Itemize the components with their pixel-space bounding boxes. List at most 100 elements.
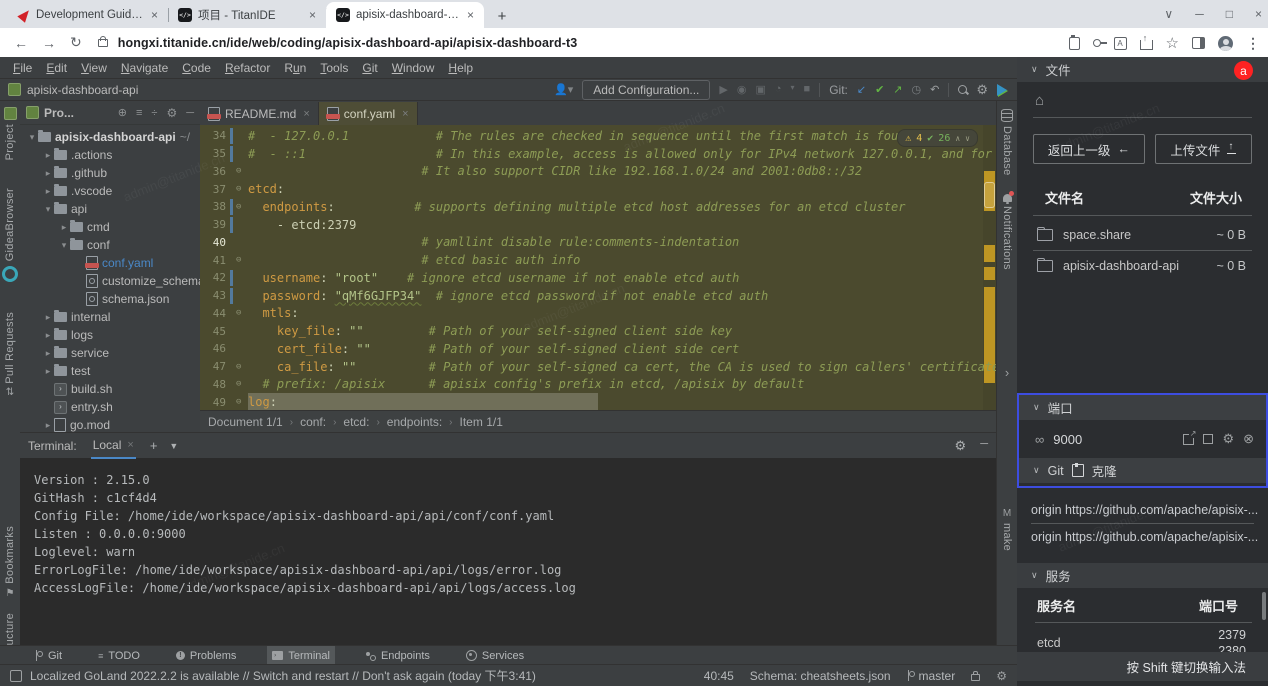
tree-arrow-icon[interactable]: ▸: [58, 222, 70, 233]
line-number[interactable]: 49: [200, 396, 226, 409]
tool-button-gideabrowser[interactable]: GideaBrowser: [0, 188, 20, 281]
fold-icon[interactable]: ⊖: [236, 397, 241, 407]
line-number[interactable]: 43: [200, 289, 226, 302]
code-line[interactable]: 45 key_file: "" # Path of your self-sign…: [200, 322, 996, 340]
tool-button-database[interactable]: Database: [997, 109, 1017, 176]
file-row[interactable]: space.share~ 0 B: [1017, 222, 1268, 248]
tree-item-go.mod[interactable]: ▸go.mod: [20, 416, 200, 433]
menu-edit[interactable]: Edit: [39, 61, 74, 75]
services-section-header[interactable]: ∨ 服务: [1017, 563, 1268, 588]
update-project-icon[interactable]: ↙: [857, 83, 866, 96]
project-panel-tab[interactable]: Pro...: [26, 106, 74, 120]
hide-panel-icon[interactable]: ─: [186, 107, 194, 119]
debug-icon[interactable]: ◉: [737, 83, 747, 96]
tree-arrow-icon[interactable]: ▸: [42, 168, 54, 179]
line-number[interactable]: 36: [200, 165, 226, 178]
tool-button-pull-requests[interactable]: Pull Requests⇅: [0, 312, 20, 399]
tool-button-project[interactable]: Project: [0, 107, 20, 160]
tree-arrow-icon[interactable]: ▸: [42, 330, 54, 341]
lock-icon[interactable]: [971, 674, 980, 681]
expand-all-icon[interactable]: ≡: [136, 107, 142, 119]
history-icon[interactable]: ◷: [912, 83, 922, 96]
maximize-icon[interactable]: □: [1226, 7, 1233, 21]
tree-item-api[interactable]: ▾api: [20, 200, 200, 218]
close-icon[interactable]: ×: [465, 8, 476, 22]
key-icon[interactable]: [1093, 39, 1101, 47]
tree-item-.github[interactable]: ▸.github: [20, 164, 200, 182]
panel-settings-icon[interactable]: ⚙: [166, 106, 177, 120]
code-line[interactable]: 49⊖log:: [200, 393, 996, 411]
git-clone-section-header[interactable]: ∨ Git 克隆: [1019, 458, 1266, 483]
avatar-badge[interactable]: a: [1234, 61, 1253, 80]
tree-item-cmd[interactable]: ▸cmd: [20, 218, 200, 236]
tree-item-apisix-dashboard-api[interactable]: ▾apisix-dashboard-api~/: [20, 128, 200, 146]
line-number[interactable]: 45: [200, 325, 226, 338]
code-line[interactable]: 39 - etcd:2379: [200, 216, 996, 234]
menu-icon[interactable]: ⋮: [1246, 35, 1260, 52]
close-icon[interactable]: ×: [303, 108, 309, 120]
tree-arrow-icon[interactable]: ▸: [42, 150, 54, 161]
stop-icon[interactable]: ■: [804, 83, 811, 96]
new-tab-button[interactable]: +: [490, 4, 514, 28]
tree-item-conf[interactable]: ▾conf: [20, 236, 200, 254]
files-section-header[interactable]: ∨ 文件: [1017, 57, 1268, 82]
line-number[interactable]: 37: [200, 183, 226, 196]
code-line[interactable]: 35# - ::1 # In this example, access is a…: [200, 145, 996, 163]
breadcrumb-item[interactable]: Document 1/1: [208, 415, 283, 429]
duplicate-icon[interactable]: [1203, 434, 1213, 444]
close-icon[interactable]: ×: [1255, 7, 1262, 21]
code-line[interactable]: 38⊖ endpoints: # supports defining multi…: [200, 198, 996, 216]
tool-window-endpoints[interactable]: Endpoints: [361, 646, 435, 665]
menu-file[interactable]: File: [6, 61, 39, 75]
reload-icon[interactable]: ↻: [70, 34, 82, 51]
terminal-output[interactable]: Version : 2.15.0GitHash : c1cf4d4Config …: [20, 459, 996, 597]
menu-help[interactable]: Help: [441, 61, 480, 75]
close-icon[interactable]: ×: [127, 439, 133, 451]
inspections-widget[interactable]: ⚠4 ✔26 ∧ ∨: [897, 129, 978, 147]
run-icon[interactable]: ▶: [719, 83, 727, 96]
code-line[interactable]: 40 # yamllint disable rule:comments-inde…: [200, 234, 996, 252]
browser-tab[interactable]: </>apisix-dashboard-api - TitanID×: [326, 2, 484, 28]
fold-icon[interactable]: ⊖: [236, 202, 241, 212]
chevron-down-icon[interactable]: ∨: [1164, 7, 1173, 21]
browser-tab[interactable]: Development Guide | Apache×: [10, 2, 168, 28]
code-line[interactable]: 44⊖ mtls:: [200, 305, 996, 323]
tree-arrow-icon[interactable]: ▾: [26, 132, 38, 143]
back-icon[interactable]: ←: [14, 35, 28, 51]
git-remote-row[interactable]: origin https://github.com/apache/apisix-…: [1017, 497, 1268, 523]
ports-section-header[interactable]: ∨ 端口: [1019, 395, 1266, 420]
menu-code[interactable]: Code: [175, 61, 218, 75]
next-issue-icon[interactable]: ∨: [965, 134, 970, 143]
install-icon[interactable]: [1069, 37, 1080, 50]
translate-icon[interactable]: A: [1114, 37, 1127, 50]
terminal-settings-icon[interactable]: ⚙: [955, 438, 967, 454]
share-icon[interactable]: [1140, 40, 1153, 50]
line-number[interactable]: 42: [200, 271, 226, 284]
git-remote-row[interactable]: origin https://github.com/apache/apisix-…: [1017, 524, 1268, 550]
line-number[interactable]: 38: [200, 200, 226, 213]
push-icon[interactable]: ↗: [893, 83, 902, 96]
code-line[interactable]: 46 cert_file: "" # Path of your self-sig…: [200, 340, 996, 358]
tree-item-test[interactable]: ▸test: [20, 362, 200, 380]
fold-icon[interactable]: ⊖: [236, 184, 241, 194]
terminal-dropdown-icon[interactable]: ▼: [169, 441, 178, 451]
menu-run[interactable]: Run: [277, 61, 313, 75]
forward-icon[interactable]: →: [42, 35, 56, 51]
breadcrumb-item[interactable]: Item 1/1: [460, 415, 503, 429]
tree-arrow-icon[interactable]: ▸: [42, 420, 54, 431]
tool-window-problems[interactable]: !Problems: [171, 646, 241, 665]
tree-item-.vscode[interactable]: ▸.vscode: [20, 182, 200, 200]
project-selector[interactable]: apisix-dashboard-api: [27, 83, 138, 97]
tree-item-schema.json[interactable]: schema.json: [20, 290, 200, 308]
breadcrumb-item[interactable]: endpoints:: [387, 415, 442, 429]
line-number[interactable]: 39: [200, 218, 226, 231]
collapse-all-icon[interactable]: ÷: [151, 107, 157, 119]
settings-sync-icon[interactable]: ⚙: [996, 669, 1007, 683]
line-number[interactable]: 40: [200, 236, 226, 249]
status-message[interactable]: Localized GoLand 2022.2.2 is available /…: [30, 667, 536, 684]
fold-icon[interactable]: ⊖: [236, 166, 241, 176]
code-area[interactable]: ⚠4 ✔26 ∧ ∨ 34# - 127.0.0.1 # The rules a…: [200, 125, 996, 411]
code-line[interactable]: 43 password: "qMf6GJFP34" # ignore etcd …: [200, 287, 996, 305]
upload-file-button[interactable]: 上传文件: [1155, 134, 1252, 164]
file-row[interactable]: apisix-dashboard-api~ 0 B: [1017, 253, 1268, 279]
